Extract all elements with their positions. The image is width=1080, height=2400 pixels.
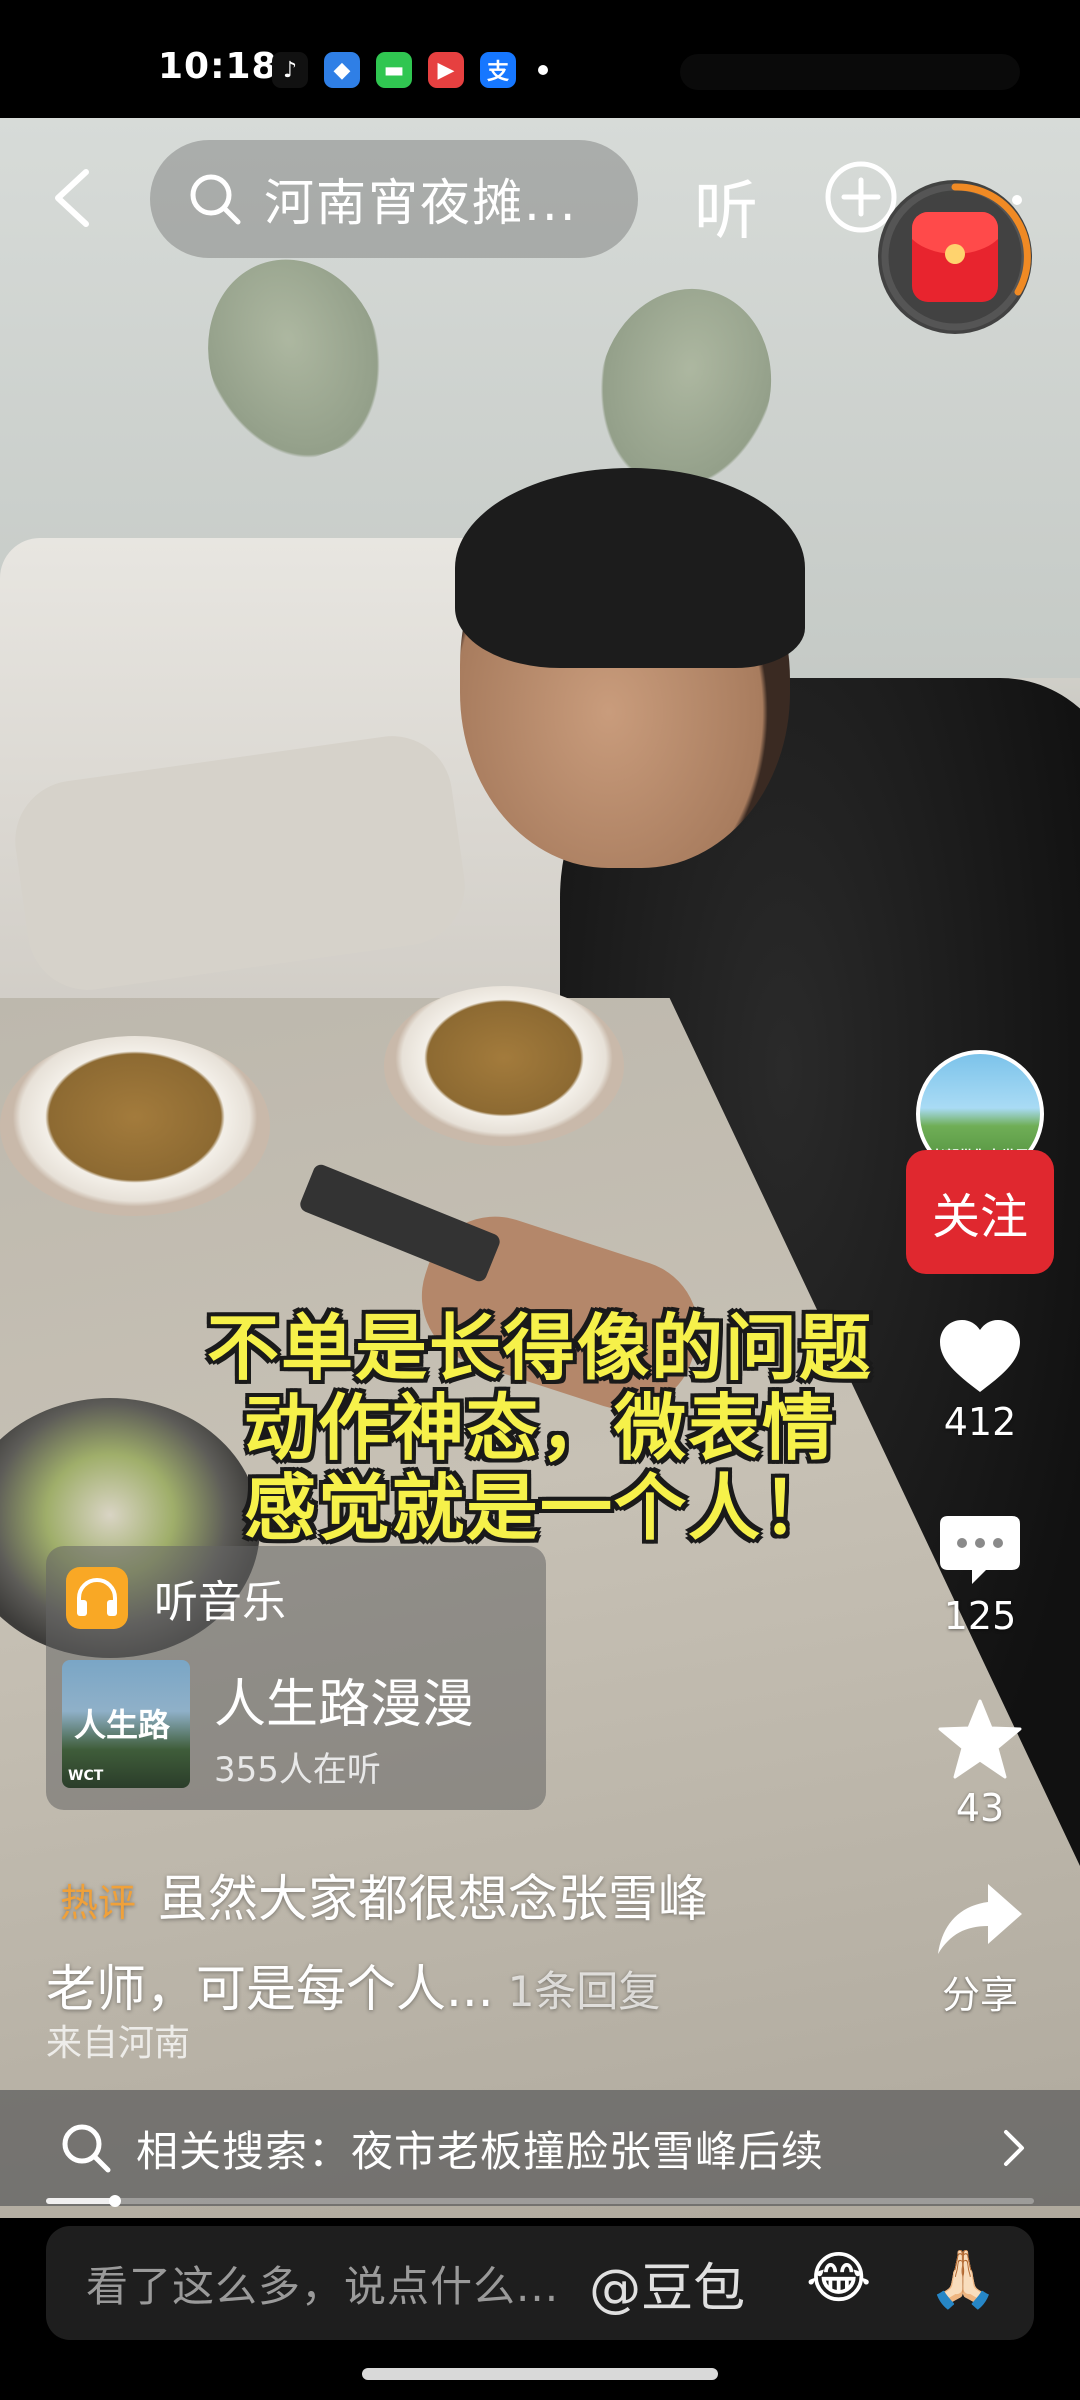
music-header-label: 听音乐 [154, 1577, 286, 1628]
music-card-header: 听音乐 [66, 1566, 286, 1630]
album-art[interactable]: 人生路 WCT [62, 1660, 190, 1788]
comment-origin: 来自河南 [46, 2023, 191, 2064]
search-icon [62, 2124, 111, 2173]
status-time: 10:18 [158, 46, 278, 87]
messages-icon: ▬ [376, 52, 412, 88]
album-art-title: 人生路 [74, 1706, 171, 1744]
search-bar[interactable]: 河南宵夜摊... [150, 140, 638, 258]
video-progress-bar[interactable] [46, 2195, 1034, 2207]
album-art-logo: WCT [68, 1768, 104, 1784]
status-bar: 10:18 ♪ ◆ ▬ ▶ 支 [0, 0, 1080, 118]
favorite-action[interactable]: 43 [900, 1698, 1060, 1830]
comment-placeholder: 看了这么多，说点什么... [86, 2261, 560, 2311]
hot-comment-tag: 热评 [60, 1881, 137, 1925]
hot-comment-text-line2: 老师，可是每个人... [46, 1960, 494, 2018]
follow-button[interactable]: 关注 [906, 1150, 1054, 1274]
like-count: 412 [943, 1400, 1017, 1444]
related-search-bar[interactable]: 相关搜索：夜市老板撞脸张雪峰后续 [0, 2090, 1080, 2206]
video-progress-knob[interactable] [109, 2195, 121, 2207]
video-scene-noodle-bowl [384, 986, 624, 1146]
song-title: 人生路漫漫 [214, 1675, 475, 1735]
video-scene-hair [455, 468, 805, 668]
tiktok-icon: ♪ [272, 52, 308, 88]
alipay-icon: 支 [480, 52, 516, 88]
laughing-emoji-icon[interactable]: 😂 [806, 2246, 871, 2311]
search-icon [190, 174, 241, 225]
status-app-icons: ♪ ◆ ▬ ▶ 支 [272, 52, 548, 88]
share-arrow-icon [938, 1884, 1022, 1954]
share-action[interactable]: 分享 [900, 1880, 1060, 2019]
like-action[interactable]: 412 [900, 1318, 1060, 1444]
hot-comment-text-line1: 虽然大家都很想念张雪峰 [158, 1870, 709, 1928]
red-envelope-icon [912, 212, 998, 302]
share-label: 分享 [941, 1973, 1018, 2017]
back-icon[interactable] [48, 168, 98, 228]
video-subtitle: 不单是长得像的问题 动作神态，微表情 感觉就是一个人！ [140, 1308, 940, 1548]
comment-count: 125 [943, 1594, 1017, 1638]
song-listener-count: 355人在听 [214, 1750, 381, 1790]
comment-input[interactable]: 看了这么多，说点什么... @豆包 [46, 2226, 1034, 2340]
favorite-count: 43 [955, 1786, 1005, 1830]
mention-doubao[interactable]: @豆包 [589, 2246, 745, 2321]
video-app-icon: ▶ [428, 52, 464, 88]
headphone-icon [66, 1567, 128, 1629]
video-progress-fill [46, 2198, 115, 2204]
video-scene-noodle-bowl [0, 1036, 270, 1216]
notification-dot-icon [538, 65, 548, 75]
reply-count-link[interactable]: 1条回复 [508, 1967, 661, 2016]
red-packet-button[interactable] [878, 180, 1032, 334]
subtitle-line: 不单是长得像的问题 [206, 1306, 873, 1390]
praying-hands-emoji-icon[interactable]: 🙏🏻 [928, 2246, 998, 2312]
listen-button[interactable]: 听 [694, 160, 758, 252]
comment-bubble-icon [940, 1516, 1020, 1584]
chevron-right-icon [1004, 2130, 1024, 2166]
subtitle-line: 动作神态，微表情 [243, 1386, 836, 1470]
heart-icon [940, 1320, 1020, 1392]
related-search-text: 相关搜索：夜市老板撞脸张雪峰后续 [136, 2126, 825, 2176]
status-indicators [680, 54, 1020, 90]
music-card[interactable]: 听音乐 人生路 WCT 人生路漫漫 355人在听 [46, 1546, 546, 1810]
subtitle-line: 感觉就是一个人！ [243, 1466, 836, 1550]
star-icon [938, 1699, 1022, 1779]
browser-icon: ◆ [324, 52, 360, 88]
hot-comment[interactable]: 热评 虽然大家都很想念张雪峰 老师，可是每个人... 1条回复 [46, 1856, 866, 2035]
home-indicator[interactable] [362, 2368, 718, 2380]
search-query-text: 河南宵夜摊... [264, 174, 578, 232]
comment-action[interactable]: 125 [900, 1512, 1060, 1638]
